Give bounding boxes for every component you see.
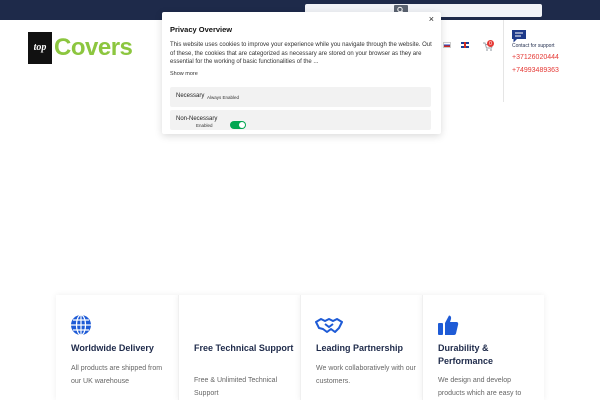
thumbs-up-icon bbox=[438, 315, 459, 335]
chat-icon bbox=[512, 30, 526, 43]
show-more-link[interactable]: Show more bbox=[170, 71, 198, 77]
privacy-overview-modal: × Privacy Overview This website uses coo… bbox=[162, 12, 441, 134]
close-icon[interactable]: × bbox=[429, 15, 434, 24]
logo-text: Covers bbox=[54, 34, 133, 61]
feature-card: Durability & Performance We design and d… bbox=[422, 295, 544, 400]
cart-count-badge: 0 bbox=[487, 40, 494, 47]
language-flag-ru[interactable] bbox=[443, 42, 451, 48]
modal-description: This website uses cookies to improve you… bbox=[170, 42, 432, 65]
feature-text: We design and develop products which are… bbox=[438, 377, 522, 397]
cookie-category-non-necessary[interactable]: Non-Necessary Enabled bbox=[170, 110, 431, 130]
features-section: Worldwide Delivery All products are ship… bbox=[56, 295, 544, 400]
feature-text: All products are shipped from our UK war… bbox=[71, 365, 163, 385]
handshake-icon bbox=[315, 318, 343, 333]
category-title: Necessary bbox=[176, 93, 205, 99]
feature-title: Worldwide Delivery bbox=[71, 343, 154, 353]
feature-title: Free Technical Support bbox=[194, 343, 294, 353]
language-flag-en[interactable] bbox=[461, 42, 469, 48]
feature-card: Leading Partnership We work collaborativ… bbox=[300, 295, 422, 400]
logo-mark: top bbox=[28, 32, 52, 64]
support-phone-2[interactable]: +74993489363 bbox=[512, 67, 559, 74]
feature-text: Free & Unlimited Technical Support bbox=[194, 377, 278, 397]
always-enabled-label: Always Enabled bbox=[207, 94, 240, 100]
cookie-category-necessary[interactable]: Necessary Always Enabled bbox=[170, 87, 431, 107]
support-panel: Contact for support +37126020444 +749934… bbox=[503, 20, 600, 102]
modal-title: Privacy Overview bbox=[170, 25, 233, 34]
feature-card: Free Technical Support Free & Unlimited … bbox=[178, 295, 300, 400]
support-label: Contact for support bbox=[512, 43, 555, 49]
non-necessary-toggle[interactable] bbox=[230, 121, 246, 129]
site-logo[interactable]: top Covers bbox=[28, 32, 133, 64]
feature-title: Durability & Performance bbox=[438, 343, 494, 366]
toggle-state-label: Enabled bbox=[196, 123, 213, 128]
toggle-knob bbox=[239, 122, 245, 128]
globe-icon bbox=[71, 314, 91, 336]
feature-title: Leading Partnership bbox=[316, 343, 404, 353]
feature-text: We work collaboratively with our custome… bbox=[316, 365, 416, 385]
feature-card: Worldwide Delivery All products are ship… bbox=[56, 295, 178, 400]
support-phone-1[interactable]: +37126020444 bbox=[512, 54, 559, 61]
category-title: Non-Necessary bbox=[176, 116, 218, 122]
